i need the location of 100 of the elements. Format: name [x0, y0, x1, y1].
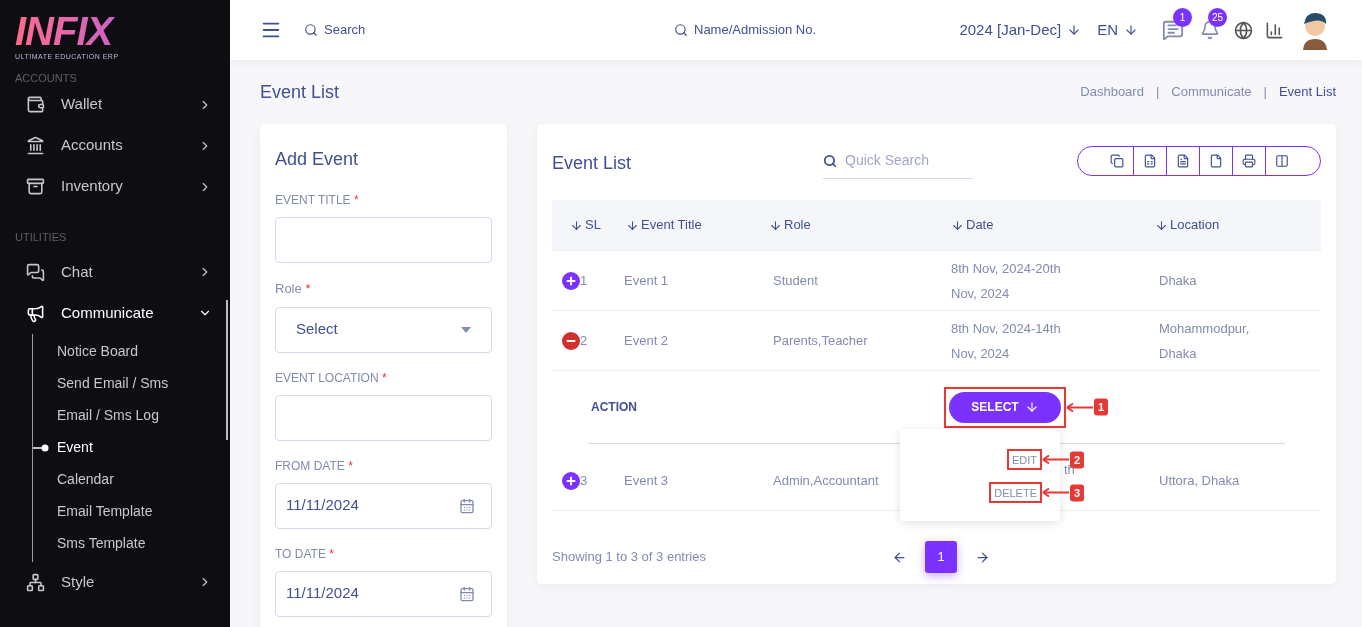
calendar-icon [459, 497, 475, 514]
sidebar-item[interactable]: Inventory [0, 166, 230, 207]
language-select[interactable]: EN [1097, 18, 1138, 42]
submenu-item[interactable]: Email / Sms Log [57, 405, 159, 426]
calendar-icon [459, 585, 475, 602]
megaphone-icon [26, 303, 45, 323]
chart-icon[interactable] [1265, 20, 1284, 40]
field-label: FROM DATE * [275, 457, 354, 475]
previous-page-icon[interactable] [892, 549, 907, 565]
breadcrumb-separator: | [1155, 83, 1160, 102]
submenu-item[interactable]: Email Template [57, 501, 153, 522]
table-cell-text: Student [772, 271, 819, 290]
field-label: EVENT LOCATION * [275, 369, 388, 387]
column-header[interactable]: SL [552, 215, 610, 235]
table-cell-text: Uttora, Dhaka [1158, 472, 1241, 490]
count-badge: 1 [1173, 8, 1192, 27]
file-icon[interactable] [1209, 154, 1223, 168]
table-cell-text: 8th Nov, 2024-14th Nov, 2024 [951, 319, 1062, 363]
sort-icon [1155, 218, 1168, 232]
date-field[interactable]: 11/11/2024 [275, 570, 492, 617]
table-cell-text: Event 1 [623, 271, 670, 290]
breadcrumb-separator: | [1263, 83, 1267, 102]
sidebar-item[interactable]: Style [0, 561, 230, 603]
copy-icon[interactable] [1109, 154, 1124, 168]
sort-icon [769, 218, 782, 232]
table-cell-text: 1 [580, 271, 588, 290]
callout-badge: 3 [1070, 484, 1084, 501]
card-title: Event List [552, 151, 633, 175]
arrow-down-icon [1124, 23, 1138, 37]
submenu-item[interactable]: Send Email / Sms [57, 373, 169, 394]
columns-icon[interactable] [1275, 154, 1289, 168]
student-search-field[interactable]: Name/Admission No. [674, 20, 817, 40]
table-cell-text: Dhaka [1158, 272, 1198, 290]
chat-icon[interactable] [1162, 19, 1184, 41]
document-icon[interactable] [1176, 154, 1190, 168]
next-page-icon[interactable] [975, 549, 990, 565]
search-icon [674, 23, 688, 37]
sidebar-item[interactable]: Communicate [0, 292, 230, 334]
expand-icon[interactable] [562, 471, 580, 490]
table-cell-text: Event 2 [623, 331, 670, 350]
entries-summary: Showing 1 to 3 of 3 entries [552, 548, 707, 567]
collapse-icon[interactable] [562, 331, 580, 350]
card-title: Add Event [275, 148, 360, 171]
section-heading: UTILITIES [14, 230, 68, 245]
bank-icon [26, 136, 45, 155]
column-header[interactable]: Date [937, 215, 1141, 235]
session-select[interactable]: 2024 [Jan-Dec] [959, 18, 1082, 42]
breadcrumb-link[interactable]: Event List [1278, 82, 1336, 102]
table-cell-text: Parents,Teacher [772, 331, 869, 350]
column-header[interactable]: Role [755, 215, 937, 235]
field-label: TO DATE * [275, 545, 335, 563]
table-cell-text: Admin,Accountant [772, 471, 880, 490]
input-field[interactable] [275, 217, 492, 263]
table-cell-text: Mohammodpur, Dhaka [1158, 319, 1251, 363]
field-label: Role * [275, 280, 312, 298]
cabinet-icon [26, 177, 45, 196]
count-badge: 25 [1208, 8, 1227, 27]
search-icon [823, 153, 837, 168]
search-field[interactable]: Search [304, 20, 674, 40]
network-icon [26, 572, 45, 592]
column-header[interactable]: Event Title [610, 215, 755, 235]
expand-icon[interactable] [562, 271, 580, 290]
sort-icon [951, 218, 964, 232]
spreadsheet-icon[interactable] [1143, 154, 1157, 168]
chat-icon [26, 262, 45, 282]
table-cell-text: 2 [580, 331, 588, 350]
submenu-item[interactable]: Sms Template [57, 533, 146, 554]
sort-icon [570, 218, 583, 232]
sidebar-item[interactable]: Chat [0, 251, 230, 293]
page-title: Event List [260, 80, 340, 104]
input-field[interactable] [275, 394, 492, 441]
bell-icon[interactable] [1200, 20, 1220, 40]
sidebar-item[interactable]: Accounts [0, 125, 230, 166]
field-label: EVENT TITLE * [275, 192, 360, 209]
section-heading: ACCOUNTS [14, 72, 78, 84]
globe-icon[interactable] [1234, 20, 1253, 40]
page-button[interactable]: 1 [925, 541, 957, 573]
column-header[interactable]: Location [1141, 215, 1321, 235]
wallet-icon [26, 95, 45, 114]
active-dot-icon [33, 443, 49, 452]
print-icon[interactable] [1242, 154, 1256, 168]
submenu-item[interactable]: Event [57, 437, 93, 458]
menu-item[interactable]: DELETE [994, 487, 1037, 499]
search-icon [304, 23, 318, 37]
callout-badge: 2 [1070, 451, 1084, 468]
submenu-item[interactable]: Notice Board [57, 341, 138, 362]
sort-icon [626, 218, 639, 232]
table-cell-text: 8th Nov, 2024-20th Nov, 2024 [951, 259, 1062, 303]
menu-item[interactable]: EDIT [1011, 454, 1037, 466]
callout-badge: 1 [1094, 398, 1108, 416]
avatar[interactable] [1300, 10, 1330, 50]
detail-label: ACTION [591, 399, 638, 416]
select-field[interactable]: Select [275, 306, 492, 353]
select-button[interactable]: SELECT [949, 391, 1061, 423]
table-cell-text: 3 [580, 471, 588, 490]
table-cell-text: Event 3 [623, 471, 670, 490]
date-field[interactable]: 11/11/2024 [275, 482, 492, 529]
caret-icon [461, 326, 471, 333]
submenu-item[interactable]: Calendar [57, 469, 114, 490]
sidebar-item[interactable]: Wallet [0, 84, 230, 125]
